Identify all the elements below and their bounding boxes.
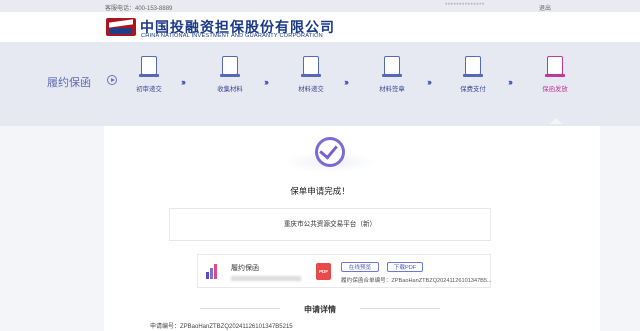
product-name: 履约保函 bbox=[231, 265, 259, 272]
preview-online-button[interactable]: 在线预览 bbox=[341, 262, 379, 272]
step-premium-payment: 保费支付 bbox=[448, 56, 498, 93]
divider-right bbox=[360, 308, 440, 309]
success-message: 保单申请完成！ bbox=[290, 186, 350, 196]
step-label: 保函发放 bbox=[542, 86, 568, 93]
bar-chart-icon bbox=[206, 263, 220, 279]
guarantee-number: 履约保函合单编号：ZPBaoHanZTBZQ20241126101347B5..… bbox=[341, 278, 492, 284]
issue-document-icon bbox=[544, 56, 566, 78]
success-badge bbox=[284, 137, 376, 173]
process-steps-band: 履约保函 初审递交 ››› 收集材料 ››› 材料递交 ››› 材料签章 ›››… bbox=[0, 42, 640, 126]
chevrons-right-icon: ››› bbox=[508, 77, 513, 87]
chevrons-right-icon: ››› bbox=[344, 77, 349, 87]
hotline-text: 客服电话：400-153-8889 bbox=[105, 6, 173, 12]
step-label: 收集材料 bbox=[217, 86, 243, 93]
platform-box: 重庆市公共资源交易平台（新） bbox=[169, 208, 491, 241]
payment-icon bbox=[462, 56, 484, 78]
step-initial-submit: 初审递交 bbox=[124, 56, 174, 93]
company-logo-icon bbox=[106, 18, 136, 36]
active-step-pointer bbox=[550, 118, 562, 124]
logout-link[interactable]: 退出 bbox=[539, 3, 551, 12]
process-title: 履约保函 bbox=[47, 77, 91, 89]
download-pdf-button[interactable]: 下载PDF bbox=[387, 262, 423, 272]
step-collect-materials: 收集材料 bbox=[205, 56, 255, 93]
step-issue-guarantee: 保函发放 bbox=[530, 56, 580, 93]
redacted-text bbox=[231, 276, 301, 281]
stamp-icon bbox=[381, 56, 403, 78]
seal-document-icon bbox=[138, 56, 160, 78]
submit-document-icon bbox=[300, 56, 322, 78]
pdf-file-icon: PDF bbox=[316, 263, 331, 280]
step-sign-materials: 材料签章 bbox=[367, 56, 417, 93]
application-number: 申请编号：ZPBaoHanZTBZQ20241126101347B5215 bbox=[150, 324, 293, 330]
top-bar: 客服电话：400-153-8889 ************** 退出 bbox=[0, 0, 640, 12]
step-submit-materials: 材料递交 bbox=[286, 56, 336, 93]
step-label: 初审递交 bbox=[136, 86, 162, 93]
step-label: 材料签章 bbox=[379, 86, 405, 93]
step-label: 保费支付 bbox=[460, 86, 486, 93]
chevrons-right-icon: ››› bbox=[264, 77, 269, 87]
site-header: 中国投融资担保股份有限公司 CHINA NATIONAL INVESTMENT … bbox=[0, 12, 640, 42]
details-title: 申请详情 bbox=[304, 305, 336, 314]
user-account: ************** bbox=[445, 3, 485, 9]
chevrons-right-icon: ››› bbox=[427, 77, 432, 87]
guarantee-product-box: 履约保函 PDF 在线预览 下载PDF 履约保函合单编号：ZPBaoHanZTB… bbox=[197, 254, 492, 288]
company-name-en: CHINA NATIONAL INVESTMENT AND GUARANTY C… bbox=[141, 33, 323, 39]
play-icon bbox=[107, 75, 117, 85]
step-label: 材料递交 bbox=[298, 86, 324, 93]
edit-document-icon bbox=[219, 56, 241, 78]
chevrons-right-icon: ››› bbox=[181, 77, 186, 87]
